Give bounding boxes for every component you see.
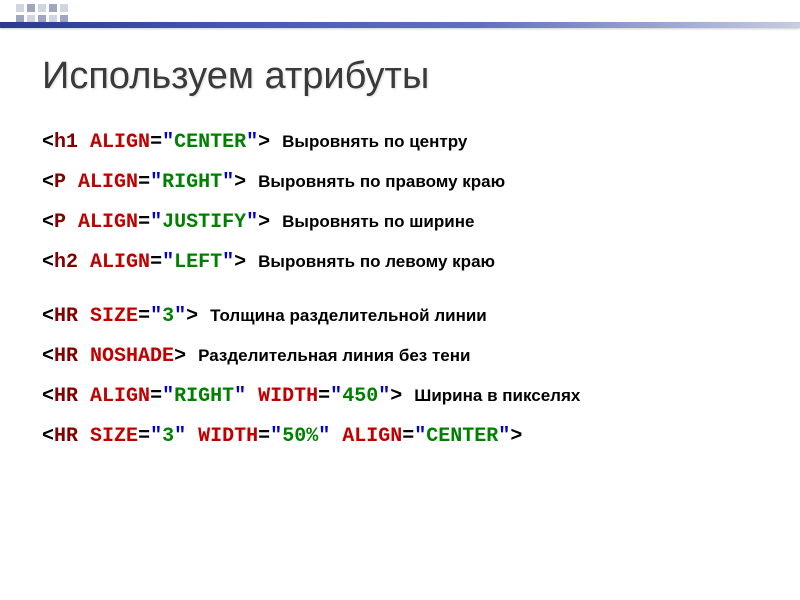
code-line: <HR NOSHADE> Разделительная линия без те… (42, 344, 758, 370)
decoration-bar (0, 22, 800, 28)
code-line: <HR ALIGN="RIGHT" WIDTH="450"> Ширина в … (42, 384, 758, 410)
code-line: <P ALIGN="RIGHT"> Выровнять по правому к… (42, 170, 758, 196)
slide-title: Используем атрибуты (42, 55, 758, 98)
slide-top-decoration (0, 0, 800, 30)
code-line: <h1 ALIGN="CENTER"> Выровнять по центру (42, 130, 758, 156)
code-examples: <h1 ALIGN="CENTER"> Выровнять по центру <… (42, 130, 758, 450)
code-line: <HR SIZE="3" WIDTH="50%" ALIGN="CENTER"> (42, 424, 758, 450)
decoration-squares (16, 4, 68, 23)
code-line: <HR SIZE="3"> Толщина разделительной лин… (42, 304, 758, 330)
code-line: <P ALIGN="JUSTIFY"> Выровнять по ширине (42, 210, 758, 236)
blank-line (42, 290, 758, 304)
code-line: <h2 ALIGN="LEFT"> Выровнять по левому кр… (42, 250, 758, 276)
slide-content: Используем атрибуты <h1 ALIGN="CENTER"> … (0, 0, 800, 484)
